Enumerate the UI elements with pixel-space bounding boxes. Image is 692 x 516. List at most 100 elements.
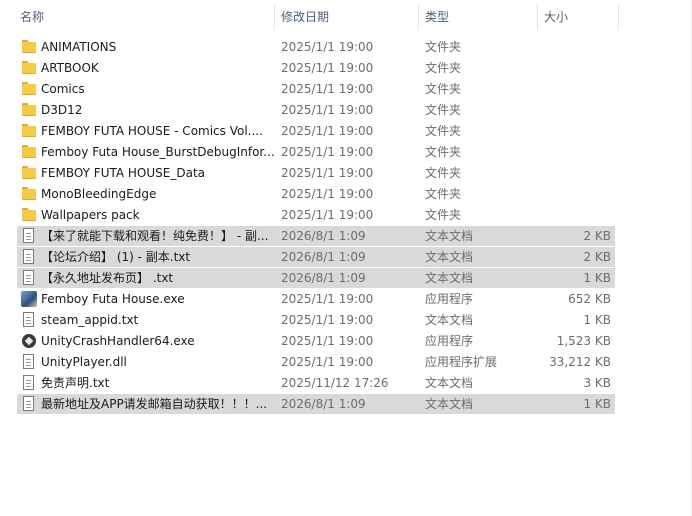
file-size: 1 KB [583,313,611,327]
file-modified-date: 2025/1/1 19:00 [281,187,374,201]
file-modified-date: 2025/1/1 19:00 [281,124,374,138]
file-name: 【永久地址发布页】 .txt [41,271,174,285]
file-name: 【论坛介绍】 (1) - 副本.txt [41,250,191,264]
folder-icon [21,142,37,162]
column-size-header[interactable]: 大小 [538,0,618,34]
file-modified-date: 2025/1/1 19:00 [281,292,374,306]
file-size [537,142,611,162]
file-type: 文本文档 [425,229,474,243]
file-name: Comics [41,82,85,96]
file-size: 1,523 KB [556,334,611,348]
file-name: D3D12 [41,103,83,117]
file-name: FEMBOY FUTA HOUSE_Data [41,166,206,180]
file-row[interactable]: FEMBOY FUTA HOUSE - Comics Vol.... 2025/1… [17,121,615,141]
file-row[interactable]: D3D12 2025/1/1 19:00 文件夹 [17,100,615,120]
file-row[interactable]: Femboy Futa House.exe 2025/1/1 19:00 应用程序 6… [17,289,615,309]
file-row[interactable]: 【论坛介绍】 (1) - 副本.txt 2026/8/1 1:09 文本文档 2 KB [17,247,615,267]
file-size [537,37,611,57]
file-name: 免责声明.txt [41,376,110,390]
unity-exe-icon [21,331,37,351]
file-row[interactable]: Wallpapers pack 2025/1/1 19:00 文件夹 [17,205,615,225]
file-modified-date: 2025/1/1 19:00 [281,40,374,54]
file-name: UnityPlayer.dll [41,355,127,369]
file-type: 文本文档 [425,250,474,264]
text-file-icon [21,226,37,246]
file-name: 【来了就能下载和观看！纯免费！】 - 副... [41,229,269,243]
file-modified-date: 2025/1/1 19:00 [281,103,374,117]
file-row[interactable]: MonoBleedingEdge 2025/1/1 19:00 文件夹 [17,184,615,204]
file-modified-date: 2025/1/1 19:00 [281,355,374,369]
file-name: 最新地址及APP请发邮箱自动获取！！！... [41,397,268,411]
file-type: 文本文档 [425,271,474,285]
file-size [537,100,611,120]
file-type: 文本文档 [425,313,474,327]
file-type: 文件夹 [425,187,462,201]
file-type: 文件夹 [425,82,462,96]
file-modified-date: 2026/8/1 1:09 [281,271,366,285]
file-row[interactable]: steam_appid.txt 2025/1/1 19:00 文本文档 1 KB [17,310,615,330]
file-modified-date: 2025/1/1 19:00 [281,145,374,159]
file-type: 文本文档 [425,376,474,390]
file-type: 文件夹 [425,103,462,117]
file-size [537,58,611,78]
file-type: 文件夹 [425,61,462,75]
file-name: UnityCrashHandler64.exe [41,334,195,348]
file-row[interactable]: Femboy Futa House_BurstDebugInfor... 2025… [17,142,615,162]
file-type: 文件夹 [425,208,462,222]
file-name: FEMBOY FUTA HOUSE - Comics Vol.... [41,124,263,138]
file-size: 3 KB [583,376,611,390]
file-row[interactable]: ANIMATIONS 2025/1/1 19:00 文件夹 [17,37,615,57]
file-row[interactable]: 【来了就能下载和观看！纯免费！】 - 副... 2026/8/1 1:09 文本文档… [17,226,615,246]
file-type: 文件夹 [425,166,462,180]
file-type: 应用程序 [425,334,474,348]
file-name: Femboy Futa House.exe [41,292,185,306]
text-file-icon [21,247,37,267]
game-exe-icon [21,289,37,309]
file-modified-date: 2025/1/1 19:00 [281,82,374,96]
file-row[interactable]: UnityPlayer.dll 2025/1/1 19:00 应用程序扩展 33,21… [17,352,615,372]
folder-icon [21,58,37,78]
file-size [537,121,611,141]
file-row[interactable]: 免责声明.txt 2025/11/12 17:26 文本文档 3 KB [17,373,615,393]
file-type: 文件夹 [425,145,462,159]
column-name-header[interactable]: 名称 [14,0,274,34]
file-size [537,163,611,183]
file-modified-date: 2025/1/1 19:00 [281,313,374,327]
file-size [537,205,611,225]
file-type: 文本文档 [425,397,474,411]
file-row[interactable]: FEMBOY FUTA HOUSE_Data 2025/1/1 19:00 文件夹 [17,163,615,183]
text-file-icon [21,394,37,414]
file-row[interactable]: Comics 2025/1/1 19:00 文件夹 [17,79,615,99]
file-size: 33,212 KB [549,355,611,369]
file-modified-date: 2026/8/1 1:09 [281,397,366,411]
column-type-header[interactable]: 类型 [419,0,537,34]
file-row[interactable]: 【永久地址发布页】 .txt 2026/8/1 1:09 文本文档 1 KB [17,268,615,288]
dll-file-icon [21,352,37,372]
file-type: 应用程序扩展 [425,355,498,369]
file-size: 2 KB [583,229,611,243]
file-modified-date: 2025/1/1 19:00 [281,334,374,348]
folder-icon [21,37,37,57]
file-type: 应用程序 [425,292,474,306]
file-name: Femboy Futa House_BurstDebugInfor... [41,145,275,159]
file-modified-date: 2025/11/12 17:26 [281,376,389,390]
file-name: Wallpapers pack [41,208,140,222]
folder-icon [21,79,37,99]
folder-icon [21,163,37,183]
file-row[interactable]: ARTBOOK 2025/1/1 19:00 文件夹 [17,58,615,78]
file-type: 文件夹 [425,40,462,54]
column-divider[interactable] [618,4,619,30]
column-date-header[interactable]: 修改日期 [275,0,418,34]
file-name: ANIMATIONS [41,40,117,54]
file-type: 文件夹 [425,124,462,138]
text-file-icon [21,373,37,393]
file-size: 1 KB [583,397,611,411]
file-row[interactable]: 最新地址及APP请发邮箱自动获取！！！... 2026/8/1 1:09 文本文档 1… [17,394,615,414]
file-modified-date: 2026/8/1 1:09 [281,229,366,243]
folder-icon [21,205,37,225]
file-modified-date: 2025/1/1 19:00 [281,208,374,222]
folder-icon [21,184,37,204]
file-size [537,79,611,99]
file-row[interactable]: UnityCrashHandler64.exe 2025/1/1 19:00 应用程… [17,331,615,351]
file-name: steam_appid.txt [41,313,139,327]
